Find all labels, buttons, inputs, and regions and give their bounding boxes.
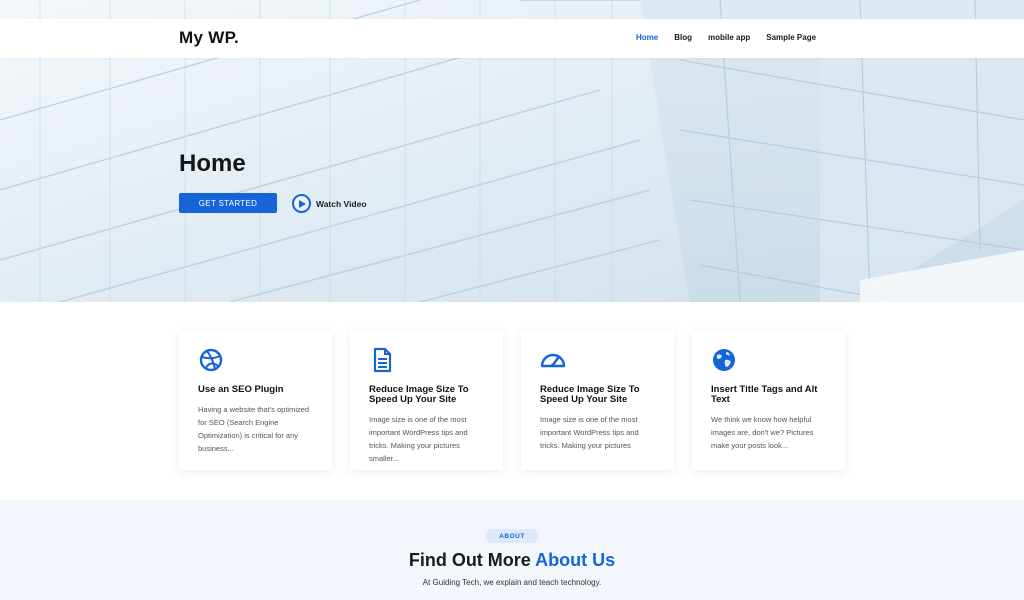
feature-card[interactable]: Use an SEO Plugin Having a website that'… <box>179 331 332 470</box>
card-title: Reduce Image Size To Speed Up Your Site <box>369 384 469 405</box>
get-started-button[interactable]: GET STARTED <box>179 193 277 213</box>
about-subtitle: At Guiding Tech, we explain and teach te… <box>422 578 602 587</box>
about-heading: Find Out More About Us <box>0 550 1024 571</box>
feature-card[interactable]: Reduce Image Size To Speed Up Your Site … <box>521 331 674 470</box>
globe-icon <box>713 349 735 371</box>
nav-item-sample-page[interactable]: Sample Page <box>766 33 816 42</box>
speedometer-icon <box>540 353 566 368</box>
main-nav: Home Blog mobile app Sample Page <box>636 33 832 42</box>
site-logo[interactable]: My WP. <box>179 28 239 48</box>
card-title: Insert Title Tags and Alt Text <box>711 384 818 405</box>
feature-cards: Use an SEO Plugin Having a website that'… <box>179 331 845 470</box>
about-section: ABOUT Find Out More About Us At Guiding … <box>0 500 1024 600</box>
site-header: My WP. Home Blog mobile app Sample Page <box>0 19 1024 58</box>
document-icon <box>373 347 392 373</box>
watch-video-label: Watch Video <box>316 198 367 209</box>
play-icon[interactable] <box>292 194 311 213</box>
feature-card[interactable]: Reduce Image Size To Speed Up Your Site … <box>350 331 503 470</box>
hero-title: Home <box>179 150 246 177</box>
card-text: Image size is one of the most important … <box>369 415 468 463</box>
card-text: Having a website that's optimized for SE… <box>198 405 310 453</box>
watch-video-link[interactable]: Watch Video <box>292 194 367 213</box>
card-title: Use an SEO Plugin <box>198 384 284 395</box>
nav-item-mobile-app[interactable]: mobile app <box>708 33 750 42</box>
about-heading-text: Find Out More <box>408 550 531 570</box>
feature-card[interactable]: Insert Title Tags and Alt Text We think … <box>692 331 845 470</box>
dribbble-icon <box>199 348 223 372</box>
card-text: We think we know how helpful images are,… <box>711 415 814 450</box>
about-heading-accent: About Us <box>535 550 616 570</box>
nav-item-blog[interactable]: Blog <box>674 33 692 42</box>
about-badge: ABOUT <box>485 529 539 543</box>
card-title: Reduce Image Size To Speed Up Your Site <box>540 384 640 405</box>
nav-item-home[interactable]: Home <box>636 33 658 42</box>
card-text: Image size is one of the most important … <box>540 415 639 450</box>
